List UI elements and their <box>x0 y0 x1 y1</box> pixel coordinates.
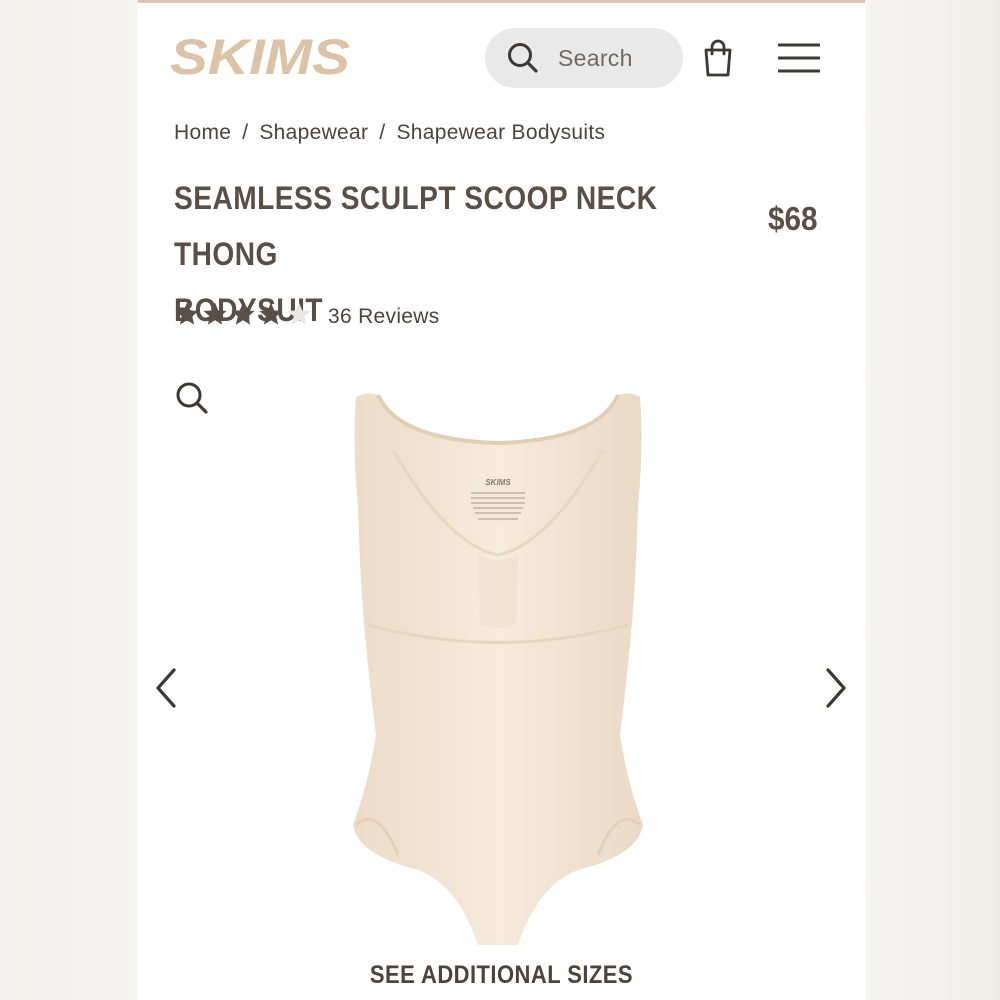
star-rating[interactable] <box>174 301 312 327</box>
star-filled-icon <box>175 302 199 325</box>
search-icon <box>505 40 541 76</box>
chevron-right-icon[interactable] <box>820 666 850 710</box>
hamburger-menu-icon[interactable] <box>778 40 820 76</box>
breadcrumb-separator: / <box>379 121 386 144</box>
top-accent-bar <box>138 0 865 3</box>
star-empty-icon <box>287 302 311 325</box>
chevron-left-icon[interactable] <box>152 666 182 710</box>
reviews-link[interactable]: 36 Reviews <box>328 305 440 329</box>
breadcrumb-home[interactable]: Home <box>174 121 231 144</box>
zoom-icon[interactable] <box>174 380 210 416</box>
breadcrumb-shapewear[interactable]: Shapewear <box>259 121 368 144</box>
background-right <box>865 0 1000 1000</box>
product-image: SKIMS <box>353 393 643 945</box>
search-label: Search <box>558 44 633 71</box>
product-price: $68 <box>768 200 818 237</box>
star-filled-icon <box>259 302 283 325</box>
see-additional-sizes-button[interactable]: SEE ADDITIONAL SIZES <box>138 950 865 1000</box>
breadcrumb-shapewear-bodysuits[interactable]: Shapewear Bodysuits <box>396 121 605 144</box>
shopping-bag-icon[interactable] <box>700 38 736 78</box>
star-filled-icon <box>231 302 255 325</box>
see-additional-sizes-label: SEE ADDITIONAL SIZES <box>369 960 634 989</box>
star-filled-icon <box>203 302 227 325</box>
svg-text:SKIMS: SKIMS <box>485 478 511 487</box>
phone-screen: SKIMS Search Home / Shapewear / Shapewear Bo… <box>138 0 865 1000</box>
breadcrumb: Home / Shapewear / Shapewear Bodysuits <box>174 121 605 145</box>
product-title-line-1: SEAMLESS SCULPT SCOOP NECK THONG <box>174 180 658 272</box>
skims-logo[interactable]: SKIMS <box>170 30 352 80</box>
background-left <box>0 0 138 1000</box>
svg-text:SKIMS: SKIMS <box>170 30 350 80</box>
breadcrumb-separator: / <box>242 121 249 144</box>
search-bar[interactable]: Search <box>485 28 683 88</box>
